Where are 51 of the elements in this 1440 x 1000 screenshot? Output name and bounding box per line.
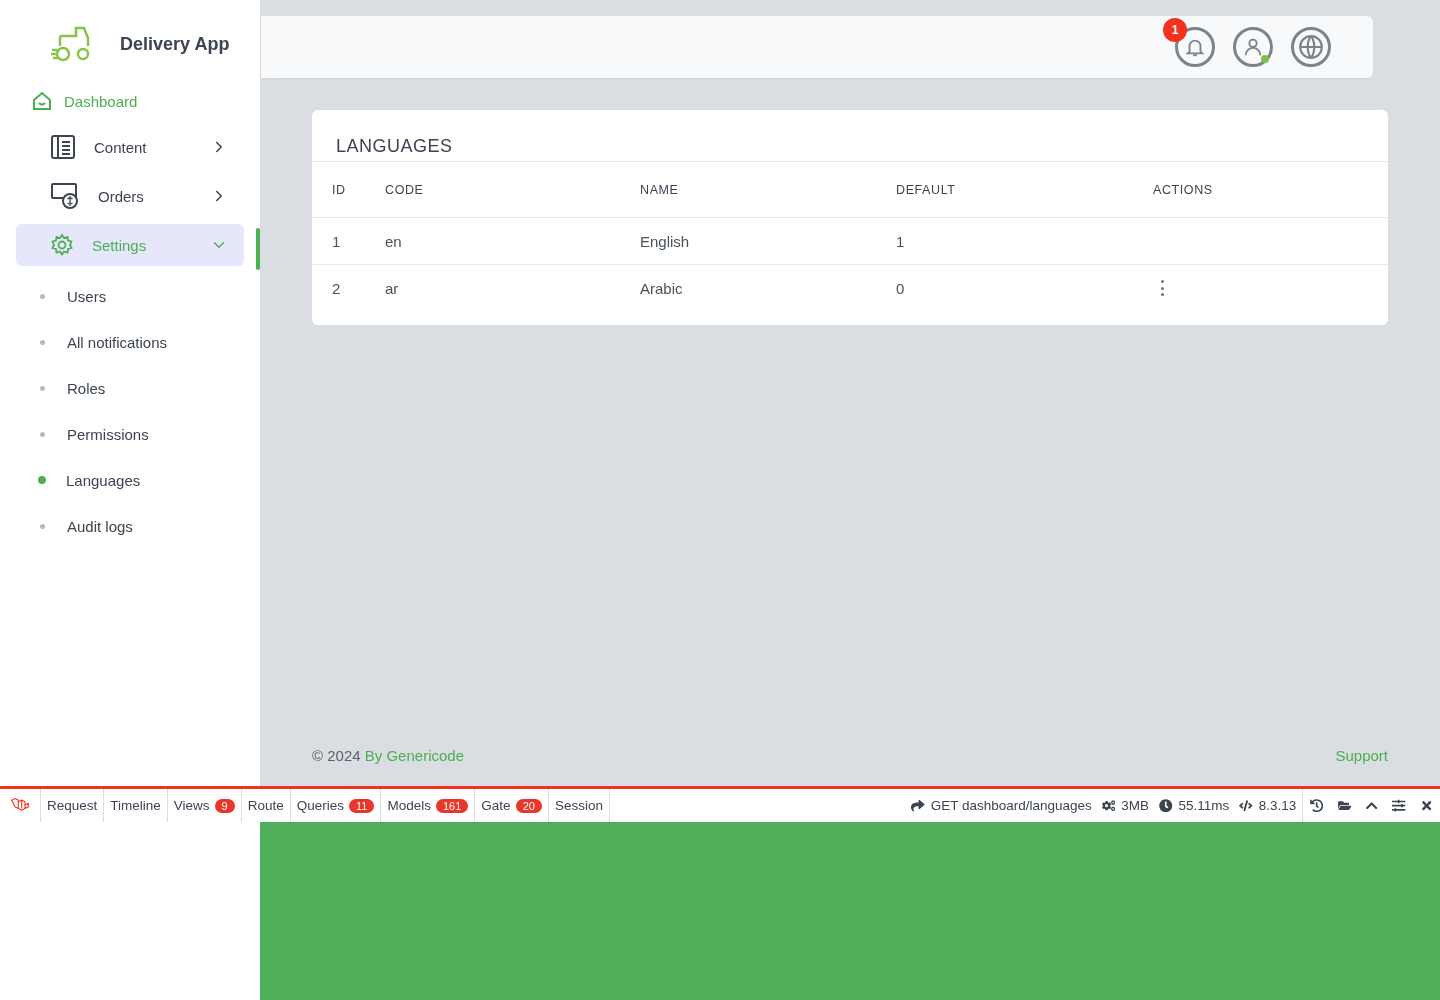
column-header: DEFAULT [896,182,957,197]
table-cell-text: 0 [896,279,906,297]
column-header: ID [332,182,347,197]
submenu-item[interactable]: Audit logs [16,503,244,549]
user-icon [1242,36,1264,58]
table-cell-text: English [640,232,691,250]
count-badge: 161 [436,798,469,813]
submenu-item[interactable]: Languages [16,457,244,503]
column-header: NAME [640,182,680,197]
active-indicator [256,228,260,270]
gear-icon [50,233,74,257]
close-icon [1419,798,1433,813]
column-header: ACTIONS [1153,182,1214,197]
table-cell-text: 1 [896,232,906,250]
share-arrow-icon [911,798,925,813]
home-icon [32,91,52,111]
count-badge: 11 [349,798,375,813]
history-icon [1310,798,1324,813]
count-badge: 9 [214,798,235,813]
table-cell-text: Arabic [640,279,684,297]
memory-info: 3MB [1101,789,1150,822]
language-button[interactable] [1291,27,1331,67]
bell-icon [1184,36,1206,58]
clock-icon [1159,798,1173,813]
table-cell-text: ar [385,279,400,297]
table-cell-text: 2 [332,279,342,297]
submenu-item[interactable]: Permissions [16,411,244,457]
code-icon [1239,798,1253,813]
copyright-text: © 2024 By Genericode [312,747,464,764]
folder-icon [1337,798,1351,813]
notification-count: 1 [1163,18,1187,42]
submenu-item[interactable]: All notifications [16,319,244,365]
table-cell-text: 1 [332,232,342,250]
list-document-icon [50,134,76,160]
submenu-item[interactable]: Roles [16,365,244,411]
card-title: LANGUAGES [312,110,1388,162]
sidebar-item[interactable]: Orders [16,175,244,217]
money-icon [50,181,80,211]
tractor-logo-icon [50,24,92,64]
time-info: 55.11ms [1159,789,1230,822]
globe-icon [1298,34,1324,60]
request-info: GET dashboard/languages [911,789,1092,822]
submenu-item[interactable]: Users [16,273,244,319]
sidebar-item[interactable]: Content [16,126,244,168]
app-name: Delivery App [120,33,230,55]
count-badge: 20 [515,798,542,813]
column-header: CODE [385,182,425,197]
table-cell-text: en [385,232,403,250]
sliders-icon [1392,798,1406,813]
gears-icon [1101,798,1116,813]
profile-button[interactable] [1233,27,1273,67]
